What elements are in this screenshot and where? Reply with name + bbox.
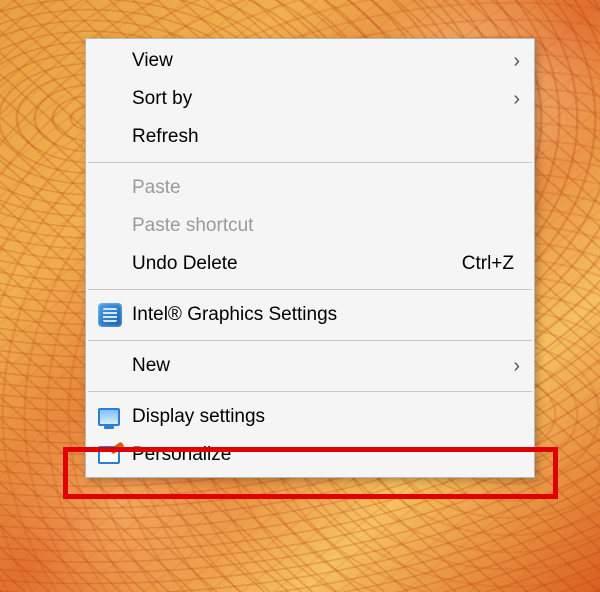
menu-item-undo-delete[interactable]: Undo Delete Ctrl+Z: [86, 245, 534, 283]
menu-label: Display settings: [132, 406, 520, 428]
menu-separator: [88, 391, 532, 392]
monitor-icon: [98, 408, 132, 426]
personalize-icon: [98, 446, 132, 464]
menu-label: Personalize: [132, 444, 520, 466]
menu-item-paste-shortcut: Paste shortcut: [86, 207, 534, 245]
menu-separator: [88, 289, 532, 290]
menu-label: Sort by: [132, 88, 502, 110]
menu-label: Refresh: [132, 126, 520, 148]
menu-item-paste: Paste: [86, 169, 534, 207]
menu-label: View: [132, 50, 502, 72]
desktop-context-menu: View › Sort by › Refresh Paste Paste sho…: [85, 38, 535, 478]
menu-item-new[interactable]: New ›: [86, 347, 534, 385]
menu-item-sort-by[interactable]: Sort by ›: [86, 80, 534, 118]
menu-label: Undo Delete: [132, 253, 462, 275]
menu-item-refresh[interactable]: Refresh: [86, 118, 534, 156]
chevron-right-icon: ›: [502, 88, 520, 111]
chevron-right-icon: ›: [502, 50, 520, 73]
menu-label: Intel® Graphics Settings: [132, 304, 520, 326]
menu-separator: [88, 340, 532, 341]
menu-item-display-settings[interactable]: Display settings: [86, 398, 534, 436]
menu-label: Paste shortcut: [132, 215, 520, 237]
menu-label: Paste: [132, 177, 520, 199]
chevron-right-icon: ›: [502, 355, 520, 378]
intel-graphics-icon: [98, 303, 132, 327]
menu-shortcut: Ctrl+Z: [462, 253, 520, 275]
menu-item-view[interactable]: View ›: [86, 42, 534, 80]
menu-item-intel-graphics[interactable]: Intel® Graphics Settings: [86, 296, 534, 334]
menu-label: New: [132, 355, 502, 377]
menu-separator: [88, 162, 532, 163]
menu-item-personalize[interactable]: Personalize: [86, 436, 534, 474]
